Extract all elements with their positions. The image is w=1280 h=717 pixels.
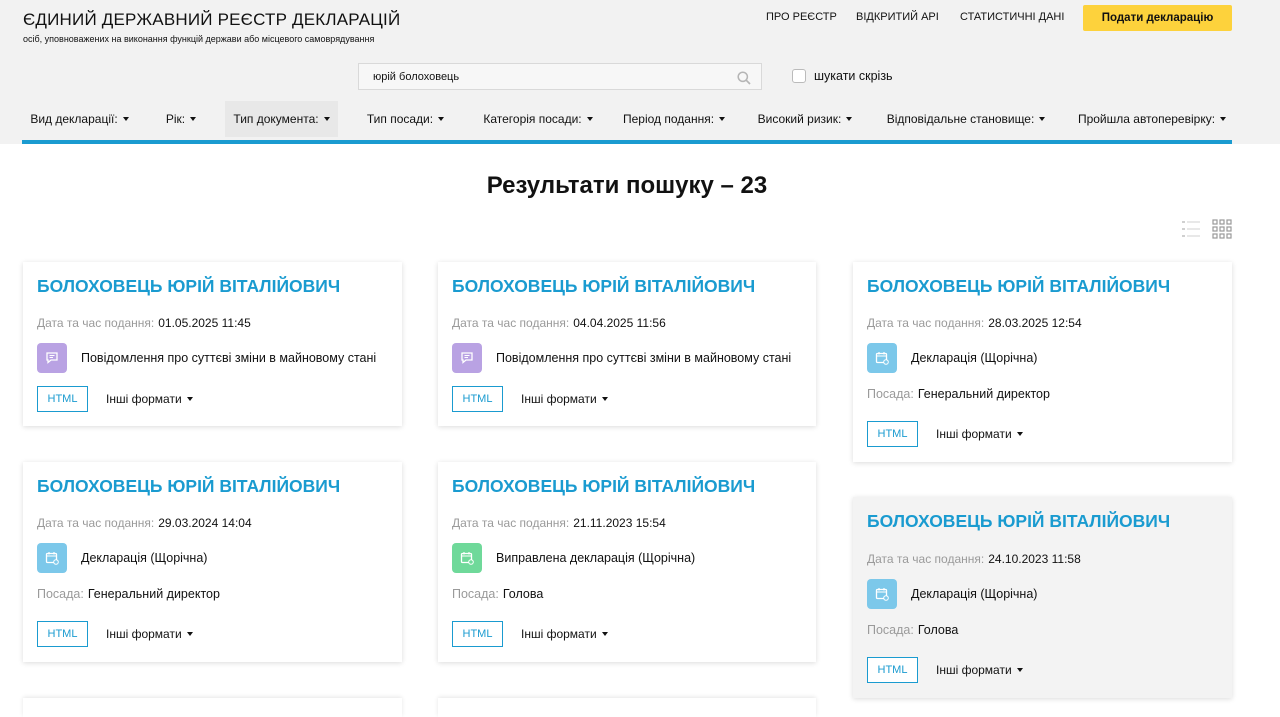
position: Посада: Голова — [867, 623, 959, 637]
declarant-name-link[interactable]: БОЛОХОВЕЦЬ ЮРІЙ ВІТАЛІЙОВИЧ — [867, 276, 1170, 297]
document-type: Повідомлення про суттєві зміни в майново… — [37, 343, 376, 373]
calendar-icon — [867, 579, 897, 609]
position: Посада: Генеральний директор — [867, 387, 1050, 401]
filter-bar-underline — [22, 140, 1232, 144]
chevron-down-icon — [190, 117, 197, 121]
other-formats-dropdown[interactable]: Інші формати — [106, 392, 193, 406]
document-type: Повідомлення про суттєві зміни в майново… — [452, 343, 791, 373]
filter-submission-period[interactable]: Період подання: — [619, 101, 729, 137]
chevron-down-icon — [1016, 432, 1023, 436]
filter-year[interactable]: Рік: — [154, 101, 208, 137]
filter-responsible-position[interactable]: Відповідальне становище: — [887, 101, 1046, 137]
list-view-icon[interactable] — [1181, 219, 1201, 239]
submit-declaration-button[interactable]: Подати декларацію — [1083, 5, 1232, 31]
search-everywhere-toggle[interactable]: шукати скрізь — [792, 69, 893, 83]
calendar-icon — [37, 543, 67, 573]
search-everywhere-checkbox[interactable] — [792, 69, 806, 83]
declaration-card[interactable]: БОЛОХОВЕЦЬ ЮРІЙ ВІТАЛІЙОВИЧ Дата та час … — [853, 497, 1232, 698]
submission-date: Дата та час подання: 04.04.2025 11:56 — [452, 316, 666, 330]
declarant-name-link[interactable]: БОЛОХОВЕЦЬ ЮРІЙ ВІТАЛІЙОВИЧ — [452, 476, 755, 497]
filter-position-category[interactable]: Категорія посади: — [473, 101, 603, 137]
submission-date: Дата та час подання: 28.03.2025 12:54 — [867, 316, 1082, 330]
filter-high-risk[interactable]: Високий ризик: — [755, 101, 855, 137]
filter-bar: Вид декларації: Рік: Тип документа: Тип … — [22, 101, 1232, 137]
declarant-name-link[interactable]: БОЛОХОВЕЦЬ ЮРІЙ ВІТАЛІЙОВИЧ — [37, 476, 340, 497]
chevron-down-icon — [601, 397, 608, 401]
other-formats-dropdown[interactable]: Інші формати — [521, 627, 608, 641]
html-button[interactable]: HTML — [452, 621, 503, 647]
site-subtitle: осіб, уповноважених на виконання функцій… — [23, 34, 375, 44]
chevron-down-icon — [186, 397, 193, 401]
declaration-card-partial[interactable] — [438, 698, 816, 717]
chevron-down-icon — [1220, 117, 1227, 121]
document-type: Декларація (Щорічна) — [867, 579, 1037, 609]
submission-date: Дата та час подання: 29.03.2024 14:04 — [37, 516, 252, 530]
results-title: Результати пошуку – 23 — [486, 172, 768, 199]
submission-date: Дата та час подання: 21.11.2023 15:54 — [452, 516, 666, 530]
nav-statistics[interactable]: СТАТИСТИЧНІ ДАНІ — [960, 11, 1064, 23]
search-icon[interactable] — [737, 71, 751, 85]
nav-about-registry[interactable]: ПРО РЕЄСТР — [766, 11, 837, 23]
chevron-down-icon — [846, 117, 853, 121]
grid-view-icon[interactable] — [1212, 219, 1232, 239]
chevron-down-icon — [1039, 117, 1046, 121]
message-icon — [37, 343, 67, 373]
submission-date: Дата та час подання: 01.05.2025 11:45 — [37, 316, 251, 330]
declaration-card[interactable]: БОЛОХОВЕЦЬ ЮРІЙ ВІТАЛІЙОВИЧ Дата та час … — [853, 262, 1232, 462]
chevron-down-icon — [323, 117, 330, 121]
declaration-card[interactable]: БОЛОХОВЕЦЬ ЮРІЙ ВІТАЛІЙОВИЧ Дата та час … — [23, 462, 402, 662]
position: Посада: Генеральний директор — [37, 587, 220, 601]
declaration-card[interactable]: БОЛОХОВЕЦЬ ЮРІЙ ВІТАЛІЙОВИЧ Дата та час … — [438, 462, 816, 662]
declarant-name-link[interactable]: БОЛОХОВЕЦЬ ЮРІЙ ВІТАЛІЙОВИЧ — [37, 276, 340, 297]
calendar-icon — [867, 343, 897, 373]
html-button[interactable]: HTML — [452, 386, 503, 412]
declaration-card[interactable]: БОЛОХОВЕЦЬ ЮРІЙ ВІТАЛІЙОВИЧ Дата та час … — [438, 262, 816, 426]
other-formats-dropdown[interactable]: Інші формати — [521, 392, 608, 406]
html-button[interactable]: HTML — [37, 386, 88, 412]
search-box — [358, 63, 762, 90]
chevron-down-icon — [586, 117, 593, 121]
html-button[interactable]: HTML — [37, 621, 88, 647]
search-everywhere-label: шукати скрізь — [814, 69, 893, 83]
document-type: Декларація (Щорічна) — [37, 543, 207, 573]
message-icon — [452, 343, 482, 373]
chevron-down-icon — [186, 632, 193, 636]
document-type: Виправлена декларація (Щорічна) — [452, 543, 695, 573]
filter-document-type[interactable]: Тип документа: — [225, 101, 338, 137]
html-button[interactable]: HTML — [867, 421, 918, 447]
chevron-down-icon — [1016, 668, 1023, 672]
site-title[interactable]: ЄДИНИЙ ДЕРЖАВНИЙ РЕЄСТР ДЕКЛАРАЦІЙ — [23, 10, 400, 30]
chevron-down-icon — [122, 117, 129, 121]
declaration-card[interactable]: БОЛОХОВЕЦЬ ЮРІЙ ВІТАЛІЙОВИЧ Дата та час … — [23, 262, 402, 426]
search-input[interactable] — [359, 64, 761, 89]
position: Посада: Голова — [452, 587, 544, 601]
declaration-card-partial[interactable] — [23, 698, 402, 717]
declarant-name-link[interactable]: БОЛОХОВЕЦЬ ЮРІЙ ВІТАЛІЙОВИЧ — [867, 511, 1170, 532]
html-button[interactable]: HTML — [867, 657, 918, 683]
filter-position-type[interactable]: Тип посади: — [358, 101, 453, 137]
filter-auto-check[interactable]: Пройшла автоперевірку: — [1077, 101, 1227, 137]
submission-date: Дата та час подання: 24.10.2023 11:58 — [867, 552, 1081, 566]
calendar-icon — [452, 543, 482, 573]
chevron-down-icon — [601, 632, 608, 636]
declarant-name-link[interactable]: БОЛОХОВЕЦЬ ЮРІЙ ВІТАЛІЙОВИЧ — [452, 276, 755, 297]
other-formats-dropdown[interactable]: Інші формати — [106, 627, 193, 641]
chevron-down-icon — [438, 117, 445, 121]
chevron-down-icon — [719, 117, 726, 121]
nav-open-api[interactable]: ВІДКРИТИЙ API — [856, 11, 939, 23]
site-header: ЄДИНИЙ ДЕРЖАВНИЙ РЕЄСТР ДЕКЛАРАЦІЙ осіб,… — [0, 0, 1280, 144]
other-formats-dropdown[interactable]: Інші формати — [936, 427, 1023, 441]
filter-declaration-kind[interactable]: Вид декларації: — [22, 101, 137, 137]
other-formats-dropdown[interactable]: Інші формати — [936, 663, 1023, 677]
document-type: Декларація (Щорічна) — [867, 343, 1037, 373]
